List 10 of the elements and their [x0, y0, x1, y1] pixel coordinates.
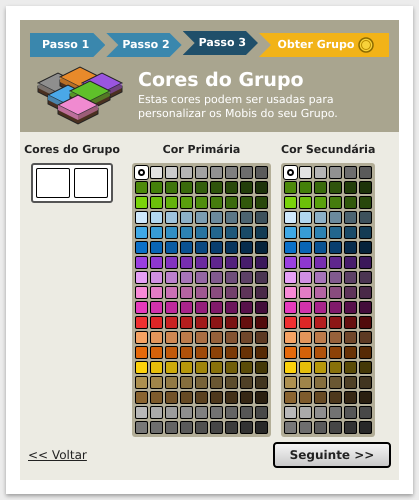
step-tab[interactable]: Passo 1: [30, 33, 106, 57]
palette-title: Cor Secundária: [281, 142, 376, 158]
back-link[interactable]: << Voltar: [28, 446, 87, 464]
page-title: Cores do Grupo: [138, 69, 305, 93]
step-tab[interactable]: Passo 3: [182, 31, 258, 55]
preview-title: Cores do Grupo: [24, 142, 120, 158]
page-description: Estas cores podem ser usadas para personalizar os Mobis do seu Grupo.: [138, 92, 339, 121]
palette-title: Cor Primária: [162, 142, 240, 158]
next-button[interactable]: Seguinte >>: [273, 442, 391, 468]
step-tab[interactable]: Passo 2: [106, 33, 182, 57]
